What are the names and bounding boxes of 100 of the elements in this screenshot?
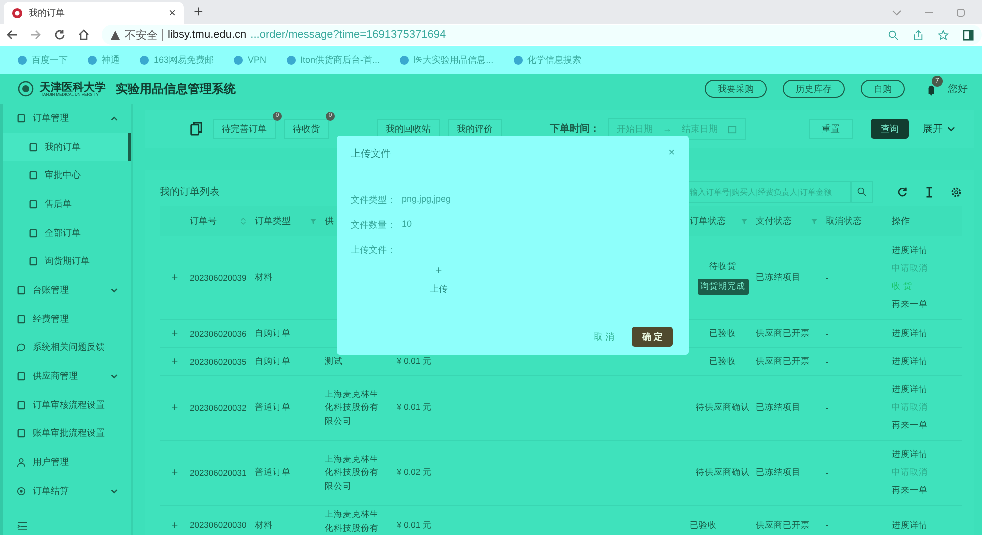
sidebar-item[interactable]: 账单审批流程设置 <box>3 420 131 448</box>
ok-button[interactable]: 确 定 <box>632 327 673 347</box>
order-status: 待收货 <box>710 260 736 272</box>
filter-icon[interactable] <box>811 216 818 226</box>
document-icon <box>29 171 38 180</box>
supplier-name: 上海麦克林生化科技股份有限公司 <box>325 388 380 428</box>
sidebar-item[interactable]: 系统相关问题反馈 <box>3 334 131 362</box>
order-amount: ¥ 0.01 元 <box>397 356 432 368</box>
bookmark-item[interactable]: VPN <box>234 55 267 65</box>
sidebar-item[interactable]: 用户管理 <box>3 448 131 477</box>
user-icon <box>17 458 26 468</box>
sidebar-subitem[interactable]: 我的订单 <box>3 132 131 162</box>
warning-icon <box>110 30 121 40</box>
sidebar-item[interactable]: 订单审核流程设置 <box>3 390 131 420</box>
sidebar-item[interactable]: 台账管理 <box>3 276 131 305</box>
column-header: 支付状态 <box>756 214 792 228</box>
sidebar-panel-icon[interactable] <box>963 30 974 40</box>
action-link[interactable]: 进度详情 <box>892 384 928 396</box>
expand-row-button[interactable]: + <box>172 272 178 284</box>
sidebar-item[interactable]: 经费管理 <box>3 304 131 334</box>
bookmark-item[interactable]: 医大实验用品信息... <box>400 54 494 66</box>
action-link[interactable]: 进度详情 <box>892 520 928 532</box>
column-height-icon[interactable] <box>924 186 935 198</box>
bookmark-item[interactable]: 163网易免费邮 <box>140 54 214 66</box>
menu-collapse-icon[interactable] <box>17 522 28 531</box>
search-button[interactable]: 查询 <box>871 119 909 139</box>
chevron-down-icon[interactable] <box>892 8 902 18</box>
refresh-icon[interactable] <box>897 186 908 198</box>
close-tab-button[interactable]: × <box>168 6 176 20</box>
reset-button[interactable]: 重置 <box>809 119 853 139</box>
action-link[interactable]: 再来一单 <box>892 298 928 310</box>
expand-row-button[interactable]: + <box>172 328 178 340</box>
expand-button[interactable]: 展开 <box>917 121 962 137</box>
forward-icon[interactable] <box>30 29 42 41</box>
order-amount: ¥ 0.02 元 <box>397 467 432 479</box>
header-button[interactable]: 自购 <box>861 80 905 98</box>
filter-icon[interactable] <box>310 216 317 226</box>
supplier-name: 测试 <box>325 354 344 368</box>
action-link[interactable]: 进度详情 <box>892 356 928 368</box>
order-status: 待供应商确认 <box>696 402 750 414</box>
restore-icon[interactable] <box>956 8 966 18</box>
sidebar-subitem[interactable]: 售后单 <box>3 190 131 219</box>
quick-filter-button[interactable]: 待收货 <box>284 119 329 139</box>
bookmark-item[interactable]: 化学信息搜索 <box>514 54 582 66</box>
back-icon[interactable] <box>6 29 18 41</box>
cancel-status: - <box>826 328 829 338</box>
order-number: 202306020030 <box>190 520 247 530</box>
table-title: 我的订单列表 <box>160 186 220 199</box>
sidebar-subitem[interactable]: 审批中心 <box>3 161 131 190</box>
quick-filter-button[interactable]: 待完善订单 <box>213 119 276 139</box>
upload-button[interactable]: + 上传 <box>419 265 459 296</box>
action-link[interactable]: 再来一单 <box>892 485 928 497</box>
action-link[interactable]: 进度详情 <box>892 244 928 256</box>
payment-status: 供应商已开票 <box>756 356 810 368</box>
payment-status: 供应商已开票 <box>756 520 810 532</box>
expand-row-button[interactable]: + <box>172 467 178 479</box>
order-type: 普通订单 <box>255 402 291 414</box>
search-button[interactable] <box>851 181 873 203</box>
home-icon[interactable] <box>78 29 90 41</box>
cancel-status: - <box>826 403 829 413</box>
bookmark-item[interactable]: Iton供货商后台-首... <box>286 54 380 66</box>
expand-row-button[interactable]: + <box>172 356 178 368</box>
bookmark-item[interactable]: 神通 <box>88 54 120 66</box>
order-type: 材料 <box>255 272 273 284</box>
document-icon <box>29 257 38 266</box>
document-icon <box>17 114 26 123</box>
order-number: 202306020031 <box>190 468 247 478</box>
sidebar-item[interactable]: 供应商管理 <box>3 362 131 391</box>
browser-tab[interactable]: 我的订单 × <box>4 2 184 24</box>
reload-icon[interactable] <box>54 29 66 41</box>
star-icon[interactable] <box>938 30 949 40</box>
url-host: libsy.tmu.edu.cn <box>162 29 247 41</box>
sidebar-subitem[interactable]: 全部订单 <box>3 218 131 248</box>
filter-icon[interactable] <box>741 216 748 226</box>
cancel-status: - <box>826 356 829 366</box>
cancel-button[interactable]: 取 消 <box>588 330 620 344</box>
university-logo-icon <box>18 81 34 97</box>
payment-status: 供应商已开票 <box>756 328 810 340</box>
document-icon <box>29 142 38 152</box>
share-icon[interactable] <box>913 30 924 40</box>
bookmark-item[interactable]: 百度一下 <box>18 54 68 66</box>
greeting[interactable]: 您好 <box>948 82 968 96</box>
settings-icon[interactable] <box>951 186 962 198</box>
address-bar[interactable]: 不安全 libsy.tmu.edu.cn ...order/message?time=1691375371694 <box>102 25 982 45</box>
sidebar-item[interactable]: 订单管理 <box>3 104 131 133</box>
sidebar-item[interactable]: 订单结算 <box>3 476 131 506</box>
header-button[interactable]: 我要采购 <box>705 80 767 98</box>
date-label: 下单时间： <box>550 122 600 136</box>
sort-icon[interactable] <box>240 216 247 226</box>
action-link[interactable]: 进度详情 <box>892 328 928 340</box>
expand-row-button[interactable]: + <box>172 520 178 532</box>
action-link[interactable]: 进度详情 <box>892 449 928 461</box>
header-button[interactable]: 历史库存 <box>783 80 845 98</box>
column-header: 订单号 <box>190 214 217 228</box>
search-icon[interactable] <box>888 30 899 40</box>
expand-row-button[interactable]: + <box>172 402 178 414</box>
new-tab-button[interactable]: + <box>194 4 204 22</box>
action-link[interactable]: 再来一单 <box>892 420 928 432</box>
close-button[interactable]: × <box>668 147 675 161</box>
sidebar-subitem[interactable]: 询货期订单 <box>3 247 131 276</box>
